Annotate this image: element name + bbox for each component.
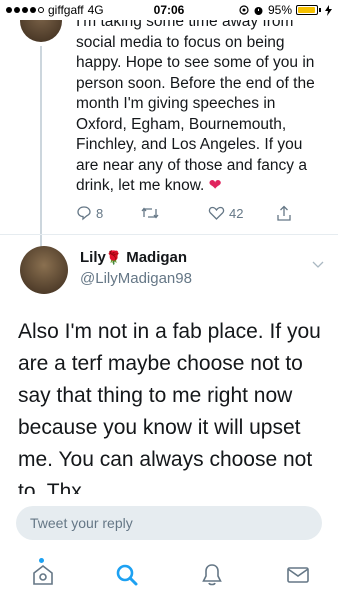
tweet-text-line: happy. Hope to see some of you in: [76, 54, 315, 71]
heart-icon: [208, 206, 225, 220]
author-name-last: Madigan: [126, 249, 188, 266]
tweet-text-line: drink, let me know.: [76, 177, 205, 194]
tweet-menu-button[interactable]: [312, 256, 324, 274]
thread-line: [40, 46, 42, 258]
reply-count: 8: [96, 205, 104, 221]
share-button[interactable]: [276, 205, 292, 222]
tweet-text-line: Oxford, Egham, Bournemouth,: [76, 115, 287, 133]
tweet-divider: [0, 234, 338, 235]
like-count: 42: [229, 205, 244, 221]
chevron-down-icon: [312, 261, 324, 268]
retweet-icon: [141, 207, 159, 219]
previous-tweet-text: I'm taking some time away from social me…: [76, 12, 326, 197]
status-bar: giffgaff 4G 07:06 95%: [0, 0, 338, 20]
tweet-actions: 8 42: [76, 202, 306, 224]
notifications-icon: [202, 564, 222, 586]
alarm-icon: [254, 6, 263, 15]
reply-placeholder: Tweet your reply: [30, 515, 133, 531]
tweet-text: Also I'm not in a fab place. If you are …: [18, 320, 321, 494]
tweet-text-line: Finchley, and Los Angeles. If you: [76, 136, 303, 153]
battery-fill: [298, 7, 316, 13]
tweet-text-line: are near any of those and fancy a: [76, 156, 307, 174]
tweet-text-line: social media to focus on being: [76, 33, 285, 51]
location-icon: [239, 5, 249, 15]
battery-percent: 95%: [267, 3, 292, 17]
heart-emoji: ❤: [208, 177, 222, 194]
rose-emoji: 🌹: [105, 250, 123, 265]
tab-home[interactable]: [30, 562, 56, 593]
tweet-text-line: month I'm giving speeches in: [76, 95, 276, 112]
author-name-first: Lily: [80, 249, 106, 266]
charging-icon: [325, 4, 332, 16]
reply-button[interactable]: 8: [76, 205, 103, 221]
tweet-text-line: person soon. Before the end of the: [76, 74, 315, 92]
battery-icon: [296, 5, 318, 15]
reply-icon: [77, 206, 91, 221]
tab-notifications[interactable]: [200, 562, 224, 593]
tab-messages[interactable]: [285, 562, 311, 593]
reply-input[interactable]: Tweet your reply: [16, 506, 322, 540]
search-icon: [116, 564, 138, 586]
battery-cap: [319, 8, 321, 12]
like-button[interactable]: 42: [208, 205, 243, 221]
status-right: 95%: [239, 3, 332, 17]
messages-icon: [287, 567, 309, 583]
retweet-button[interactable]: [140, 205, 160, 221]
home-new-indicator: [39, 558, 44, 563]
home-icon: [33, 564, 53, 585]
author-avatar[interactable]: [20, 246, 68, 294]
author-name[interactable]: Lily🌹 Madigan: [80, 249, 187, 266]
tab-bar: [0, 553, 338, 600]
share-icon: [277, 205, 291, 221]
author-handle[interactable]: @LilyMadigan98: [80, 270, 192, 287]
tab-search[interactable]: [114, 562, 140, 593]
